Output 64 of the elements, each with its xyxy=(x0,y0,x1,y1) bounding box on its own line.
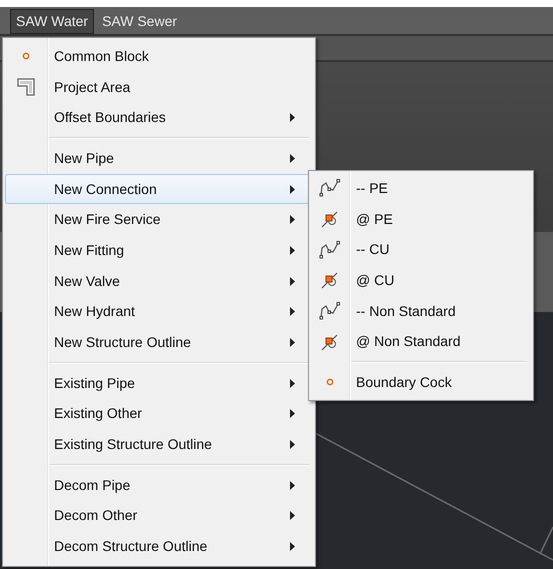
submenu-arrow-icon xyxy=(290,215,295,224)
menu-item[interactable]: Common Block xyxy=(5,41,313,72)
circle-icon xyxy=(326,378,334,386)
polyline-icon xyxy=(319,240,341,260)
menu-item-label: Existing Pipe xyxy=(54,374,136,393)
menu-item[interactable]: Decom Pipe xyxy=(5,470,313,501)
submenu-arrow-icon xyxy=(290,378,295,388)
menu-item-label: New Connection xyxy=(54,180,158,199)
node-point-icon xyxy=(320,332,340,352)
submenu-arrow-icon xyxy=(290,246,295,255)
menu-item-label: New Structure Outline xyxy=(54,333,192,352)
menu-item-label: @ PE xyxy=(356,210,394,229)
menu-item-label: New Pipe xyxy=(54,148,115,168)
menu-item-label: New Fire Service xyxy=(54,210,162,230)
menu-item-label: Boundary Cock xyxy=(356,372,453,392)
menu-item-label: -- PE xyxy=(356,178,389,198)
menu-item-label: Existing Other xyxy=(54,404,143,424)
menu-item[interactable]: @ PE xyxy=(311,204,531,234)
menu-item[interactable]: @ Non Standard xyxy=(311,326,531,358)
corner-shape-icon xyxy=(17,78,35,96)
node-point-icon xyxy=(320,209,340,230)
submenu-arrow-icon xyxy=(290,440,295,450)
menu-item[interactable]: -- Non Standard xyxy=(311,296,531,326)
submenu-arrow-icon xyxy=(290,542,295,552)
submenu-arrow-icon xyxy=(290,184,295,194)
menu-item-label: Decom Other xyxy=(54,506,138,526)
menu-item-label: New Fitting xyxy=(54,240,126,260)
menu-item[interactable]: Boundary Cock xyxy=(311,367,531,398)
submenu-arrow-icon xyxy=(290,480,295,490)
menu-item-label: Decom Structure Outline xyxy=(54,537,208,556)
menu-item-label: New Valve xyxy=(54,272,121,291)
menu-item[interactable]: Project Area xyxy=(5,72,313,102)
menu-item[interactable]: Decom Structure Outline xyxy=(5,531,313,562)
menu-item[interactable]: -- PE xyxy=(311,173,531,204)
polyline-icon xyxy=(319,301,341,322)
menu-item-label: New Hydrant xyxy=(54,302,136,322)
menu-item-label: Project Area xyxy=(54,78,132,97)
circle-icon xyxy=(22,52,30,60)
menu-item[interactable]: Offset Boundaries xyxy=(5,102,313,134)
submenu-arrow-icon xyxy=(290,276,295,286)
menu-item[interactable]: Existing Structure Outline xyxy=(5,429,313,460)
polyline-icon xyxy=(319,178,341,198)
menu-item[interactable]: @ CU xyxy=(311,265,531,296)
menu-item[interactable]: -- CU xyxy=(311,234,531,266)
submenu-arrow-icon xyxy=(290,338,295,348)
submenu-arrow-icon xyxy=(290,154,295,163)
menu-item-label: @ CU xyxy=(356,270,396,290)
menu-item-label: -- Non Standard xyxy=(356,302,457,321)
menu-item[interactable]: New Pipe xyxy=(5,143,313,174)
menu-item-label: -- CU xyxy=(356,240,390,260)
submenu-arrow-icon xyxy=(290,307,295,316)
menu-item-label: Common Block xyxy=(54,46,150,66)
menu-item-label: Existing Structure Outline xyxy=(54,435,213,454)
node-point-icon xyxy=(320,270,340,290)
menubar-item[interactable]: SAW Sewer xyxy=(96,9,184,34)
menu-item-label: Decom Pipe xyxy=(54,476,132,495)
menu-item[interactable]: Decom Other xyxy=(5,500,313,532)
menu-item-label: Offset Boundaries xyxy=(54,108,167,128)
submenu-arrow-icon xyxy=(290,409,295,418)
submenu-arrow-icon xyxy=(290,113,295,122)
submenu-arrow-icon xyxy=(290,511,295,520)
menu-item-label: @ Non Standard xyxy=(356,332,462,352)
menubar-item[interactable]: SAW Water xyxy=(10,9,94,34)
menu-item[interactable]: Existing Other xyxy=(5,398,313,430)
